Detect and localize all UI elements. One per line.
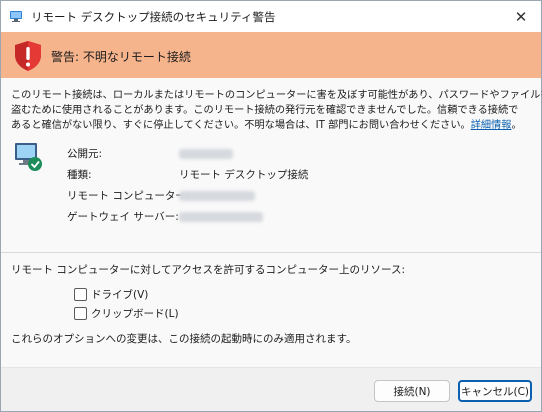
connect-button[interactable]: 接続(N) [374, 380, 450, 402]
description-line-2: 盗むために使用されることがあります。このリモート接続の発行元を確認できませんでし… [11, 105, 519, 116]
type-row: 種類: リモート デスクトップ接続 [67, 167, 527, 183]
remote-computer-value-redacted [179, 188, 255, 204]
cancel-button[interactable]: キャンセル(C) [458, 380, 532, 402]
remote-computer-icon [15, 143, 42, 171]
warning-banner: 警告: 不明なリモート接続 [1, 32, 541, 78]
close-icon: ✕ [514, 7, 528, 26]
warning-title: 警告: 不明なリモート接続 [51, 50, 191, 64]
rdp-app-icon [10, 11, 22, 22]
resources-label: リモート コンピューターに対してアクセスを許可するコンピューター上のリソース: [11, 264, 406, 276]
drives-label: ドライブ(V) [91, 288, 149, 301]
description-line-3-end: 。 [511, 120, 522, 131]
type-label: 種類: [67, 169, 92, 181]
description-line-3: あると確信がない限り、すぐに停止してください。不明な場合は、IT 部門にお問い合… [11, 118, 531, 133]
gateway-row: ゲートウェイ サーバー: [67, 209, 527, 225]
more-info-link[interactable]: 詳細情報 [471, 120, 512, 131]
gateway-label: ゲートウェイ サーバー: [67, 211, 179, 223]
clipboard-checkbox[interactable] [74, 306, 87, 320]
gateway-value-redacted [179, 209, 263, 225]
drives-checkbox[interactable] [74, 287, 87, 301]
clipboard-label: クリップボード(L) [91, 307, 179, 320]
button-bar: 接続(N) キャンセル(C) [1, 367, 541, 411]
drives-option[interactable]: ドライブ(V) [74, 287, 148, 301]
close-button[interactable]: ✕ [501, 1, 541, 32]
description-line-3-text: あると確信がない限り、すぐに停止してください。不明な場合は、IT 部門にお問い合… [11, 120, 471, 131]
publisher-value-redacted [179, 146, 233, 162]
type-value: リモート デスクトップ接続 [179, 169, 309, 181]
publisher-label: 公開元: [67, 148, 103, 160]
description-line-1: このリモート接続は、ローカルまたはリモートのコンピューターに害を及ぼす可能性があ… [11, 90, 542, 101]
remote-computer-row: リモート コンピューター: [67, 188, 527, 204]
section-divider [1, 252, 541, 253]
warning-shield-icon [15, 41, 41, 71]
security-warning-dialog: リモート デスクトップ接続のセキュリティ警告 ✕ 警告: 不明なリモート接続 こ… [0, 0, 542, 412]
window-title: リモート デスクトップ接続のセキュリティ警告 [31, 10, 276, 24]
remote-computer-label: リモート コンピューター: [67, 190, 190, 202]
title-bar: リモート デスクトップ接続のセキュリティ警告 ✕ [1, 1, 541, 32]
publisher-row: 公開元: [67, 146, 527, 162]
warning-description: このリモート接続は、ローカルまたはリモートのコンピューターに害を及ぼす可能性があ… [11, 88, 542, 133]
clipboard-option[interactable]: クリップボード(L) [74, 306, 179, 320]
options-note: これらのオプションへの変更は、この接続の起動時にのみ適用されます。 [11, 333, 357, 345]
